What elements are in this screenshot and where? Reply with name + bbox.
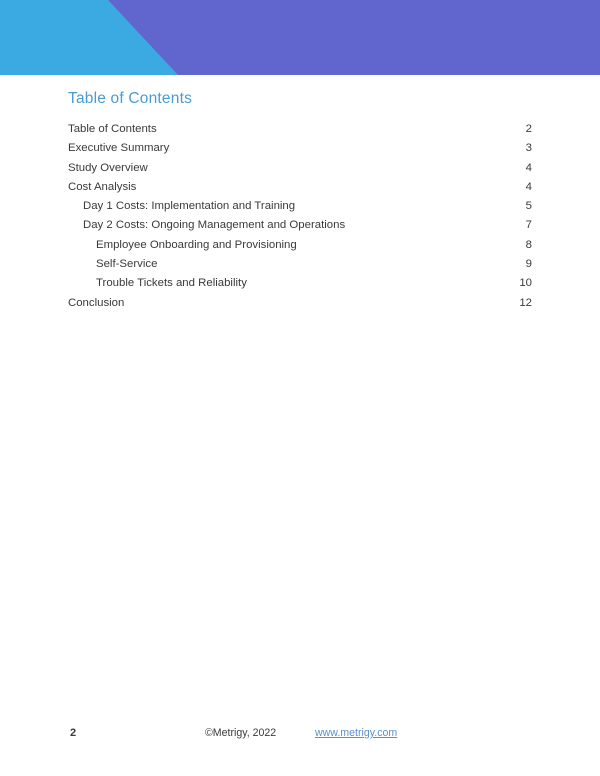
toc-entry[interactable]: Executive Summary 3	[68, 142, 532, 161]
toc-entry-label: Table of Contents	[68, 123, 157, 135]
page-footer: 2 ©Metrigy, 2022 www.metrigy.com	[0, 727, 600, 747]
toc-entry[interactable]: Employee Onboarding and Provisioning 8	[68, 239, 532, 258]
toc-entry-page-number: 4	[525, 180, 532, 193]
document-page: Table of Contents Table of Contents 2 Exec…	[0, 0, 600, 776]
toc-entry-page-number: 4	[525, 161, 532, 174]
toc-entry-page-number: 5	[525, 200, 532, 213]
header-banner	[0, 0, 600, 75]
toc-entry-label: Conclusion	[68, 296, 125, 309]
toc-entry-page-number: 10	[519, 277, 532, 290]
toc-entry[interactable]: Day 2 Costs: Ongoing Management and Oper…	[68, 219, 532, 238]
toc-entry[interactable]: Trouble Tickets and Reliability 10	[68, 277, 532, 296]
toc-entry-label: Day 2 Costs: Ongoing Management and Oper…	[83, 219, 346, 232]
footer-website-link[interactable]: www.metrigy.com	[315, 727, 397, 739]
footer-page-number: 2	[70, 727, 77, 739]
toc-entry-page-number: 9	[525, 258, 532, 271]
toc-entry-label: Executive Summary	[68, 142, 170, 155]
toc-entry[interactable]: Day 1 Costs: Implementation and Training…	[68, 200, 532, 219]
toc-entry[interactable]: Cost Analysis 4	[68, 181, 532, 200]
page-title: Table of Contents	[68, 90, 193, 107]
toc-entry-label: Day 1 Costs: Implementation and Training	[83, 200, 296, 213]
toc-entry-label: Employee Onboarding and Provisioning	[96, 238, 297, 251]
toc-entry[interactable]: Conclusion 12	[68, 297, 532, 316]
table-of-contents: Table of Contents 2 Executive Summary 3 Stud…	[68, 123, 532, 316]
toc-entry-page-number: 3	[525, 142, 532, 155]
footer-copyright: ©Metrigy, 2022	[205, 727, 277, 739]
toc-entry-page-number: 2	[525, 123, 532, 135]
header-banner-graphic	[0, 0, 600, 75]
toc-entry-label: Trouble Tickets and Reliability	[96, 277, 247, 290]
toc-entry-page-number: 8	[525, 238, 532, 251]
toc-entry-label: Study Overview	[68, 161, 148, 174]
toc-entry-page-number: 7	[525, 219, 532, 232]
toc-entry[interactable]: Study Overview 4	[68, 162, 532, 181]
toc-entry[interactable]: Self-Service 9	[68, 258, 532, 277]
toc-entry-label: Cost Analysis	[68, 180, 137, 193]
toc-entry-page-number: 12	[519, 296, 532, 309]
toc-entry[interactable]: Table of Contents 2	[68, 123, 532, 142]
toc-entry-label: Self-Service	[96, 258, 158, 271]
